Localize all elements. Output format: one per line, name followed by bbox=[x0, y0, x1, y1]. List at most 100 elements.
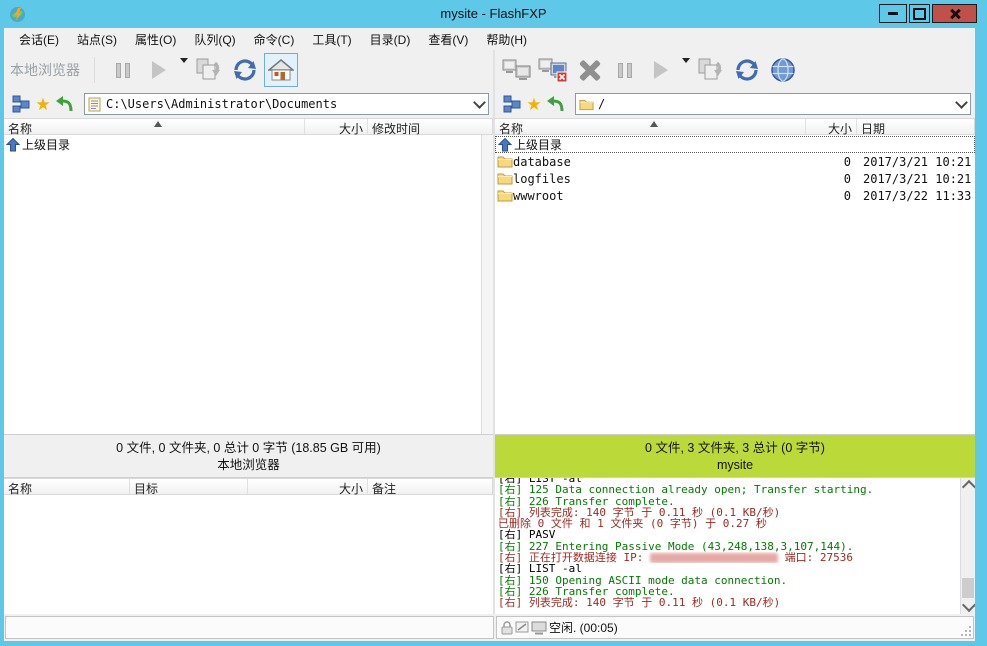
local-pane: 本地浏览器 ★ C:\Users\Administrator\Documents bbox=[4, 50, 493, 614]
refresh-icon bbox=[231, 57, 259, 83]
menu-item[interactable]: 工具(T) bbox=[303, 28, 360, 51]
title-bar: mysite - FlashFXP bbox=[0, 0, 987, 28]
menu-item[interactable]: 属性(O) bbox=[126, 28, 185, 51]
folder-icon bbox=[495, 189, 513, 202]
note-icon bbox=[515, 621, 530, 634]
menu-item[interactable]: 队列(Q) bbox=[185, 28, 244, 51]
log-line: [右] 150 Opening ASCII mode data connecti… bbox=[498, 575, 959, 586]
site-globe-button[interactable] bbox=[766, 53, 800, 87]
menu-item[interactable]: 查看(V) bbox=[419, 28, 477, 51]
disconnect-button[interactable] bbox=[536, 53, 570, 87]
combobox-dropdown-button[interactable] bbox=[471, 94, 488, 114]
favorites-button[interactable]: ★ bbox=[523, 93, 545, 115]
remote-status-counts: 0 文件, 3 文件夹, 3 总计 (0 字节) bbox=[495, 440, 975, 457]
remote-status-sitename: mysite bbox=[495, 457, 975, 474]
toolbar-separator bbox=[94, 57, 95, 83]
transfer-dropdown-button[interactable] bbox=[679, 63, 693, 77]
go-up-button[interactable] bbox=[545, 93, 567, 115]
queue-column-size[interactable]: 大小 bbox=[248, 479, 368, 494]
scroll-up-icon[interactable] bbox=[962, 480, 975, 494]
file-size: 0 bbox=[806, 172, 857, 186]
refresh-button[interactable] bbox=[228, 53, 262, 87]
file-row[interactable]: wwwroot02017/3/22 11:33 bbox=[495, 187, 975, 204]
queue-transfer-button[interactable] bbox=[694, 53, 728, 87]
column-header-size[interactable]: 大小 bbox=[806, 119, 857, 134]
up-directory-icon bbox=[496, 138, 514, 152]
local-list-scrollbar[interactable] bbox=[481, 135, 493, 434]
scroll-down-icon[interactable] bbox=[962, 598, 975, 612]
file-row[interactable]: database02017/3/21 10:21 bbox=[495, 153, 975, 170]
log-line: [右] 226 Transfer complete. bbox=[498, 496, 959, 507]
censored-ip bbox=[650, 553, 778, 563]
connect-button[interactable] bbox=[500, 53, 534, 87]
up-level-arrow-icon bbox=[55, 94, 75, 114]
queue-column-target[interactable]: 目标 bbox=[130, 479, 248, 494]
abort-x-icon bbox=[577, 58, 601, 82]
lock-icon bbox=[500, 621, 514, 635]
local-path-bar: ★ C:\Users\Administrator\Documents bbox=[4, 90, 493, 118]
folder-icon bbox=[495, 172, 513, 185]
log-line: [右] PASV bbox=[498, 529, 959, 540]
transfer-dropdown-button[interactable] bbox=[177, 63, 191, 77]
queue-panel: 名称 目标 大小 备注 bbox=[4, 478, 493, 614]
folder-tree-button[interactable] bbox=[501, 93, 523, 115]
local-status-label: 本地浏览器 bbox=[4, 457, 493, 474]
start-transfer-button[interactable] bbox=[142, 53, 176, 87]
queue-column-note[interactable]: 备注 bbox=[368, 479, 492, 494]
file-row[interactable]: 上级目录 bbox=[495, 136, 975, 153]
menu-item[interactable]: 命令(C) bbox=[245, 28, 304, 51]
folder-icon bbox=[579, 98, 594, 111]
queue-body bbox=[4, 495, 493, 614]
local-status-counts: 0 文件, 0 文件夹, 0 总计 0 字节 (18.85 GB 可用) bbox=[4, 440, 493, 457]
sort-ascending-icon bbox=[650, 121, 658, 127]
menu-item[interactable]: 站点(S) bbox=[68, 28, 126, 51]
folder-tree-icon bbox=[503, 95, 521, 113]
maximize-button[interactable] bbox=[909, 4, 930, 23]
file-row[interactable]: logfiles02017/3/21 10:21 bbox=[495, 170, 975, 187]
column-header-date[interactable]: 修改时间 bbox=[368, 119, 492, 134]
log-scrollbar[interactable] bbox=[960, 478, 975, 614]
column-header-name[interactable]: 名称 bbox=[495, 119, 806, 134]
transfer-queue-icon bbox=[697, 57, 725, 83]
scrollbar-thumb[interactable] bbox=[962, 578, 974, 598]
log-line: [右] 正在打开数据连接 IP: 端口: 27536 bbox=[498, 552, 959, 563]
documents-icon bbox=[88, 97, 102, 112]
file-date: 2017/3/21 10:21 bbox=[857, 172, 975, 186]
favorites-button[interactable]: ★ bbox=[32, 93, 54, 115]
file-row[interactable]: 上级目录 bbox=[4, 136, 481, 153]
log-line: [右] 列表完成: 140 字节 于 0.11 秒 (0.1 KB/秒) bbox=[498, 597, 959, 608]
folder-tree-button[interactable] bbox=[10, 93, 32, 115]
menu-item[interactable]: 会话(E) bbox=[10, 28, 68, 51]
remote-path-combobox[interactable]: / bbox=[575, 93, 971, 115]
local-path-combobox[interactable]: C:\Users\Administrator\Documents bbox=[84, 93, 489, 115]
queue-transfer-button[interactable] bbox=[192, 53, 226, 87]
home-button[interactable] bbox=[264, 53, 298, 87]
file-name: database bbox=[513, 155, 571, 169]
globe-icon bbox=[770, 57, 796, 83]
log-line: [右] 125 Data connection already open; Tr… bbox=[498, 484, 959, 495]
queue-column-name[interactable]: 名称 bbox=[4, 479, 130, 494]
combobox-dropdown-button[interactable] bbox=[953, 94, 970, 114]
file-size: 0 bbox=[806, 155, 857, 169]
remote-path-value: / bbox=[598, 97, 605, 111]
close-button[interactable] bbox=[932, 4, 977, 23]
column-header-date[interactable]: 日期 bbox=[857, 119, 974, 134]
column-header-size[interactable]: 大小 bbox=[305, 119, 368, 134]
menu-item[interactable]: 目录(D) bbox=[361, 28, 420, 51]
log-line: [右] LIST -al bbox=[498, 563, 959, 574]
local-toolbar: 本地浏览器 bbox=[4, 50, 493, 90]
play-icon bbox=[152, 61, 166, 79]
menu-item[interactable]: 帮助(H) bbox=[477, 28, 536, 51]
refresh-button[interactable] bbox=[730, 53, 764, 87]
column-header-name[interactable]: 名称 bbox=[4, 119, 305, 134]
pause-button[interactable] bbox=[106, 53, 140, 87]
menu-bar: 会话(E)站点(S)属性(O)队列(Q)命令(C)工具(T)目录(D)查看(V)… bbox=[4, 28, 975, 50]
log-line: [右] 226 Transfer complete. bbox=[498, 586, 959, 597]
start-transfer-button[interactable] bbox=[644, 53, 678, 87]
minimize-button[interactable] bbox=[879, 4, 907, 23]
resize-grip[interactable] bbox=[961, 626, 971, 636]
pause-button[interactable] bbox=[608, 53, 642, 87]
go-up-button[interactable] bbox=[54, 93, 76, 115]
abort-button[interactable] bbox=[572, 53, 606, 87]
log-lines: [右] LIST -al [右] 125 Data connection alre… bbox=[498, 478, 959, 609]
